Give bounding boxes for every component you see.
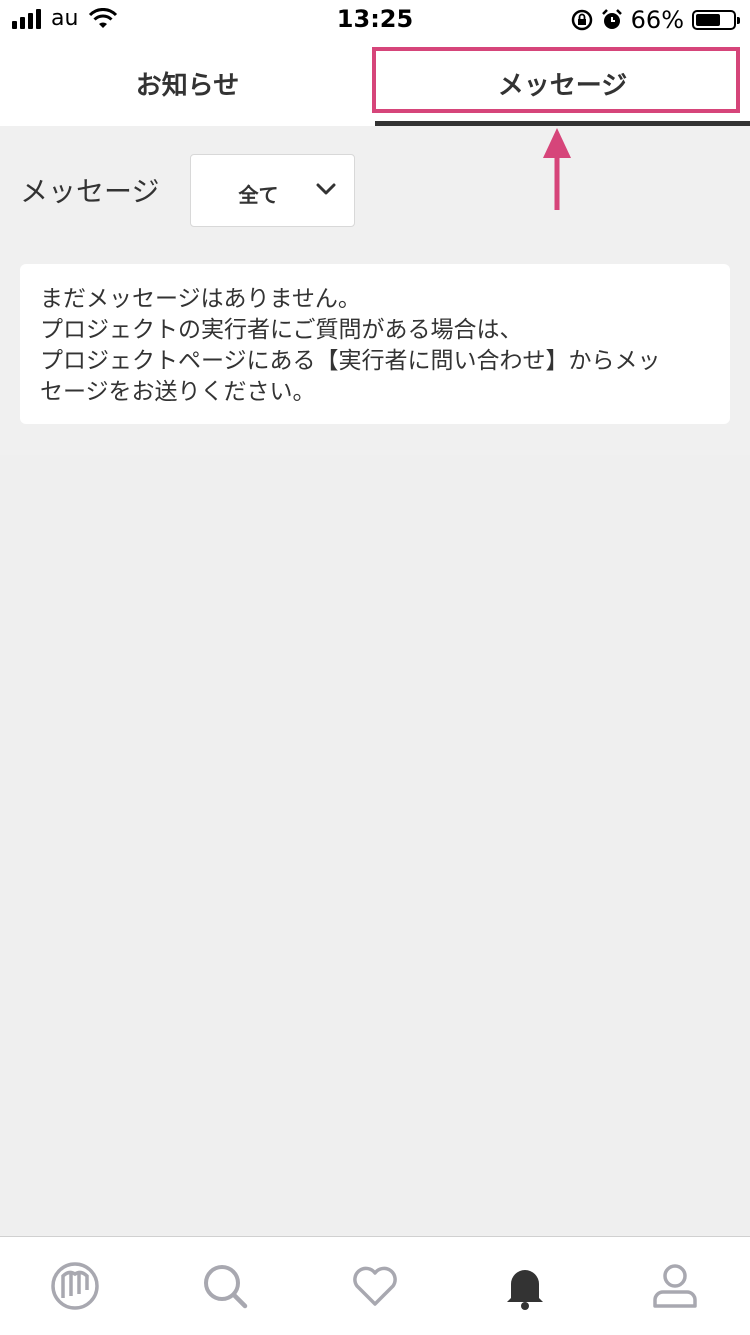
home-logo-icon <box>51 1262 99 1310</box>
empty-message-line: プロジェクトの実行者にご質問がある場合は、 <box>40 317 523 343</box>
orientation-lock-icon <box>571 9 592 31</box>
nav-search[interactable] <box>150 1237 300 1335</box>
nav-profile[interactable] <box>600 1237 750 1335</box>
heart-icon <box>353 1266 397 1306</box>
empty-message-line: セージをお送りください。 <box>40 379 316 405</box>
battery-percent: 66% <box>630 6 684 34</box>
search-icon <box>204 1265 248 1309</box>
empty-message-card: まだメッセージはありません。 プロジェクトの実行者にご質問がある場合は、 プロジ… <box>20 264 730 424</box>
highlight-annotation-box <box>372 47 740 113</box>
status-bar: au 13:25 66% <box>0 0 750 40</box>
nav-notifications[interactable] <box>450 1237 600 1335</box>
empty-message-line: まだメッセージはありません。 <box>40 286 361 312</box>
nav-home[interactable] <box>0 1237 150 1335</box>
message-filter-select[interactable]: 全て <box>190 154 355 227</box>
chevron-down-icon <box>316 183 336 195</box>
tab-notice[interactable]: お知らせ <box>0 40 375 126</box>
filter-label: メッセージ <box>20 175 160 208</box>
content-area <box>0 455 750 1235</box>
bell-icon <box>507 1270 543 1310</box>
bottom-nav <box>0 1236 750 1335</box>
annotation-arrow-icon <box>543 128 571 210</box>
battery-icon <box>692 10 740 30</box>
tab-bar: お知らせ メッセージ <box>0 40 750 126</box>
tab-notice-label: お知らせ <box>135 70 240 101</box>
nav-favorites[interactable] <box>300 1237 450 1335</box>
empty-message-line: プロジェクトページにある【実行者に問い合わせ】からメッ <box>40 348 661 374</box>
alarm-icon <box>601 9 622 29</box>
status-right: 66% <box>571 6 740 34</box>
profile-icon <box>653 1264 697 1308</box>
